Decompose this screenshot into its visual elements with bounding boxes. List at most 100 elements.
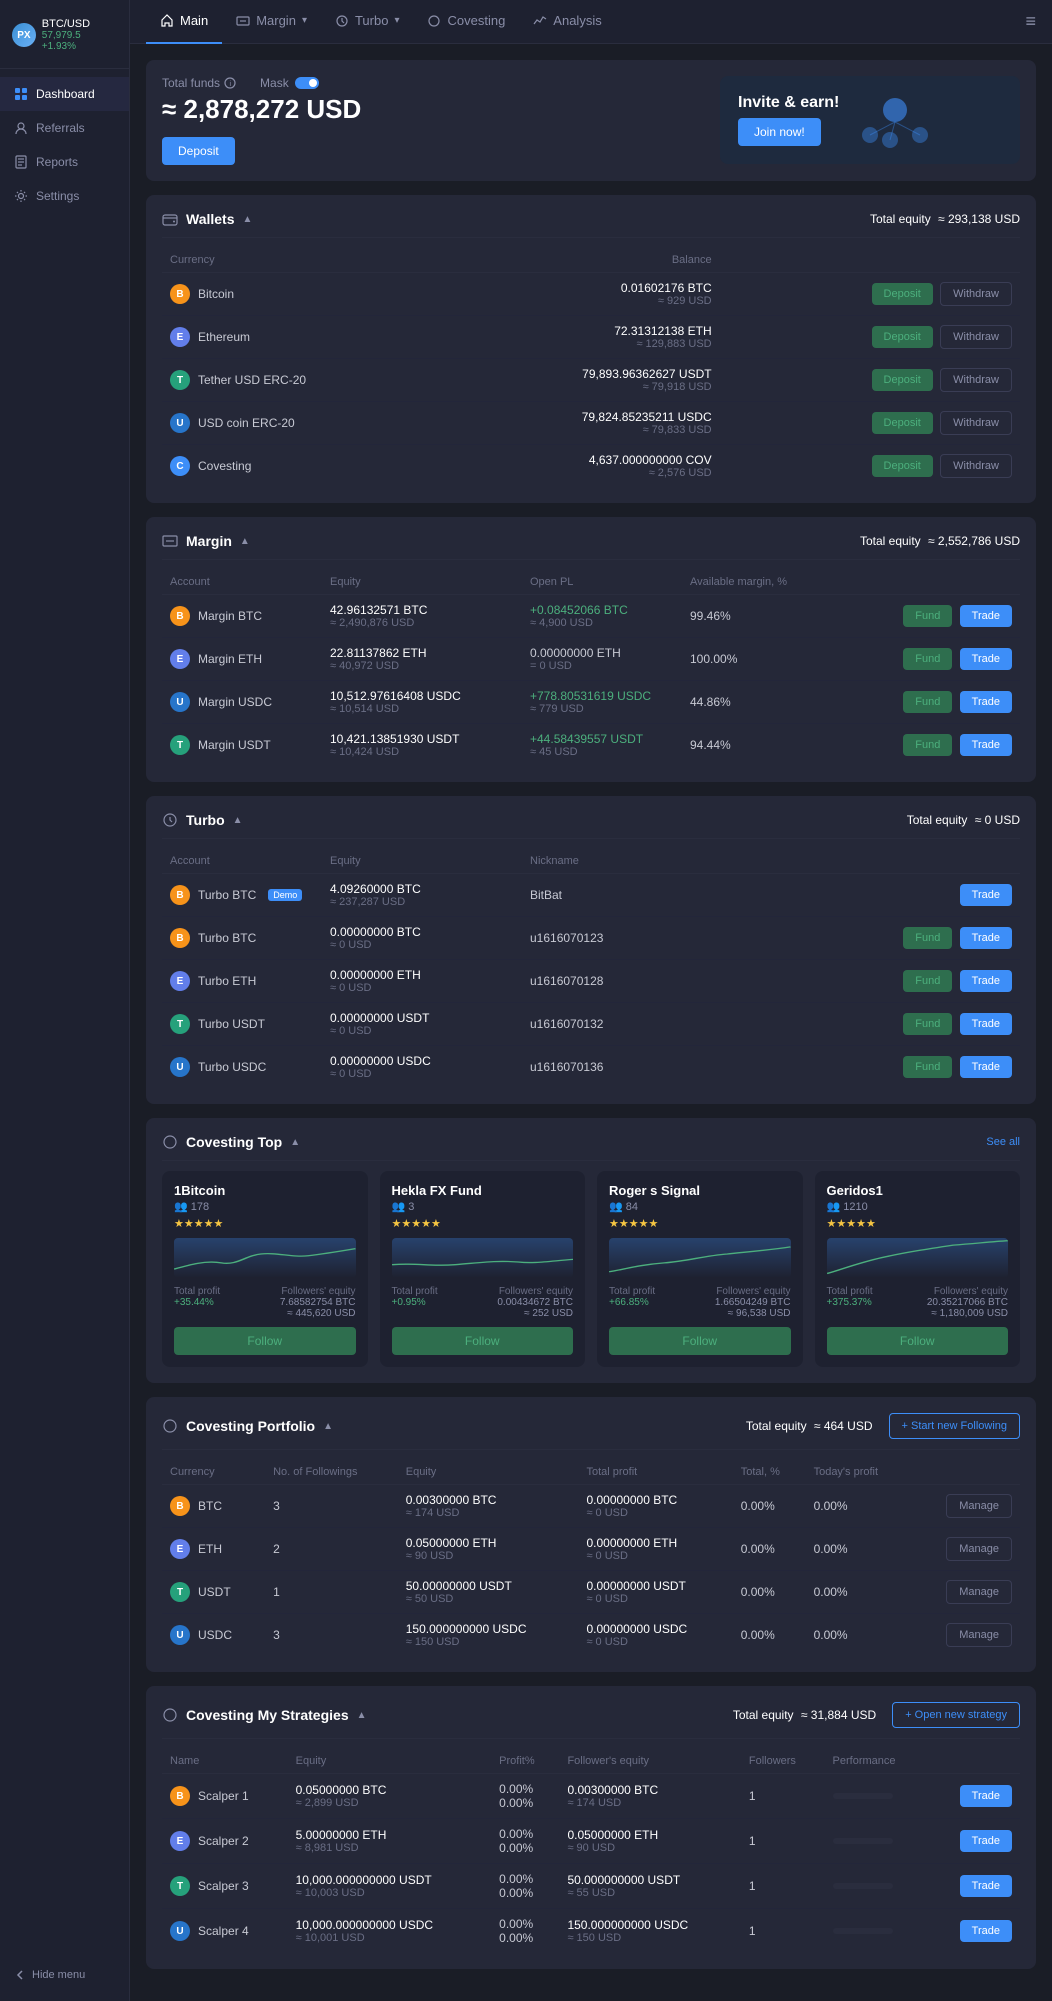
trade-btn-margin-btc[interactable]: Trade [960, 605, 1012, 627]
withdraw-btn-cov[interactable]: Withdraw [940, 454, 1012, 478]
withdraw-btn-usdc[interactable]: Withdraw [940, 411, 1012, 435]
strat-trade-btn-scalper2[interactable]: Trade [960, 1830, 1012, 1852]
turbo-icon [335, 14, 349, 28]
port-cell-profit: 0.00000000 USDC ≈ 0 USD [578, 1614, 732, 1657]
svg-text:i: i [230, 81, 232, 88]
port-cell-followings: 3 [265, 1614, 398, 1657]
strat-trade-btn-scalper1[interactable]: Trade [960, 1785, 1012, 1807]
fund-btn-turbo-usdt[interactable]: Fund [903, 1013, 952, 1035]
port-col-equity: Equity [398, 1460, 579, 1485]
cov-followers: 👥 3 [392, 1200, 574, 1213]
strat-cell-followers: 1 [741, 1864, 825, 1909]
turbo-row-turbo-usdt: T Turbo USDT 0.00000000 USDT ≈ 0 USD u16… [162, 1003, 1020, 1046]
fund-btn-turbo-usdc[interactable]: Fund [903, 1056, 952, 1078]
margin-cell-actions: Fund Trade [843, 724, 1020, 767]
trade-btn-margin-usdc[interactable]: Trade [960, 691, 1012, 713]
deposit-btn-usdc[interactable]: Deposit [872, 412, 933, 434]
strategies-icon [162, 1707, 178, 1723]
fund-btn-margin-usdt[interactable]: Fund [903, 734, 952, 756]
deposit-btn-usdt[interactable]: Deposit [872, 369, 933, 391]
turbo-trade-btn-turbo-usdc[interactable]: Trade [960, 1056, 1012, 1078]
strat-trade-btn-scalper3[interactable]: Trade [960, 1875, 1012, 1897]
port-cell-followings: 2 [265, 1528, 398, 1571]
tab-turbo[interactable]: Turbo ▾ [321, 0, 414, 44]
follow-btn-hekla-fx[interactable]: Follow [392, 1327, 574, 1355]
manage-btn-port-eth[interactable]: Manage [946, 1537, 1012, 1561]
manage-btn-port-usdc[interactable]: Manage [946, 1623, 1012, 1647]
margin-icon-margin-btc: B [170, 606, 190, 626]
coin-icon-usdc: U [170, 413, 190, 433]
sidebar-item-dashboard[interactable]: Dashboard [0, 77, 129, 111]
withdraw-btn-usdt[interactable]: Withdraw [940, 368, 1012, 392]
port-cell-currency: U USDC [162, 1614, 265, 1657]
turbo-trade-btn-turbo-btc[interactable]: Trade [960, 927, 1012, 949]
topbar-menu-btn[interactable]: ≡ [1025, 11, 1036, 32]
turbo-row-turbo-eth: E Turbo ETH 0.00000000 ETH ≈ 0 USD u1616… [162, 960, 1020, 1003]
sidebar-label-reports: Reports [36, 155, 78, 169]
sidebar: PX BTC/USD 57,979.5 +1.93% Dashboard Ref… [0, 0, 130, 2001]
cov-profit-row: Total profit +375.37% Followers' equity … [827, 1286, 1009, 1319]
sidebar-item-referrals[interactable]: Referrals [0, 111, 129, 145]
margin-cell-margin: 44.86% [682, 681, 843, 724]
turbo-trade-btn-turbo-eth[interactable]: Trade [960, 970, 1012, 992]
sidebar-item-settings[interactable]: Settings [0, 179, 129, 213]
mask-toggle: Mask [260, 76, 319, 90]
fund-btn-margin-usdc[interactable]: Fund [903, 691, 952, 713]
trade-btn-margin-eth[interactable]: Trade [960, 648, 1012, 670]
cov-stars: ★★★★★ [609, 1217, 791, 1230]
withdraw-btn-eth[interactable]: Withdraw [940, 325, 1012, 349]
cov-portfolio-title: Covesting Portfolio ▲ [162, 1418, 333, 1434]
sidebar-item-reports[interactable]: Reports [0, 145, 129, 179]
strat-cell-performance [825, 1819, 930, 1864]
turbo-table: Account Equity Nickname B Turbo BTCDemo … [162, 849, 1020, 1088]
cov-profit-row: Total profit +0.95% Followers' equity 0.… [392, 1286, 574, 1319]
margin-equity: Total equity ≈ 2,552,786 USD [860, 534, 1020, 548]
deposit-btn-cov[interactable]: Deposit [872, 455, 933, 477]
follow-btn-1bitcoin[interactable]: Follow [174, 1327, 356, 1355]
fund-btn-margin-eth[interactable]: Fund [903, 648, 952, 670]
tab-covesting[interactable]: Covesting [413, 0, 519, 44]
turbo-cell-nickname: BitBat [522, 874, 730, 917]
deposit-btn-eth[interactable]: Deposit [872, 326, 933, 348]
fund-btn-turbo-btc[interactable]: Fund [903, 927, 952, 949]
manage-btn-port-usdt[interactable]: Manage [946, 1580, 1012, 1604]
withdraw-btn-btc[interactable]: Withdraw [940, 282, 1012, 306]
port-cell-equity: 150.000000000 USDC ≈ 150 USD [398, 1614, 579, 1657]
mask-toggle-switch[interactable] [295, 77, 319, 89]
deposit-btn-btc[interactable]: Deposit [872, 283, 933, 305]
see-all-btn[interactable]: See all [986, 1136, 1020, 1148]
wallets-cell-currency: T Tether USD ERC-20 [162, 359, 447, 402]
cov-strategy-name: Hekla FX Fund [392, 1183, 574, 1198]
turbo-trade-btn-turbo-btc-demo[interactable]: Trade [960, 884, 1012, 906]
cov-portfolio-chevron: ▲ [323, 1421, 333, 1432]
port-cell-today: 0.00% [806, 1614, 912, 1657]
follow-btn-geridos1[interactable]: Follow [827, 1327, 1009, 1355]
open-strategy-btn[interactable]: + Open new strategy [892, 1702, 1020, 1728]
cov-followers: 👥 84 [609, 1200, 791, 1213]
margin-cell-account: T Margin USDT [162, 724, 322, 767]
wallets-cell-actions: Deposit Withdraw [720, 445, 1020, 488]
follow-btn-rogers[interactable]: Follow [609, 1327, 791, 1355]
join-btn[interactable]: Join now! [738, 118, 821, 146]
manage-btn-port-btc[interactable]: Manage [946, 1494, 1012, 1518]
fund-btn-margin-btc[interactable]: Fund [903, 605, 952, 627]
margin-cell-equity: 10,512.97616408 USDC ≈ 10,514 USD [322, 681, 522, 724]
wallets-cell-balance: 0.01602176 BTC ≈ 929 USD [447, 273, 720, 316]
tab-analysis[interactable]: Analysis [519, 0, 615, 44]
tab-main[interactable]: Main [146, 0, 222, 44]
port-cell-profit: 0.00000000 ETH ≈ 0 USD [578, 1528, 732, 1571]
hide-menu-btn[interactable]: Hide menu [0, 1959, 129, 1991]
tab-margin[interactable]: Margin ▾ [222, 0, 321, 44]
turbo-trade-btn-turbo-usdt[interactable]: Trade [960, 1013, 1012, 1035]
start-following-btn[interactable]: + Start new Following [889, 1413, 1020, 1439]
strat-cell-name: T Scalper 3 [162, 1864, 288, 1909]
strat-trade-btn-scalper4[interactable]: Trade [960, 1920, 1012, 1942]
deposit-button[interactable]: Deposit [162, 137, 235, 165]
strat-cell-name: B Scalper 1 [162, 1774, 288, 1819]
strat-cell-performance [825, 1909, 930, 1954]
trade-btn-margin-usdt[interactable]: Trade [960, 734, 1012, 756]
performance-bar-scalper2 [833, 1838, 893, 1844]
fund-btn-turbo-eth[interactable]: Fund [903, 970, 952, 992]
cov-strategy-name: Roger s Signal [609, 1183, 791, 1198]
wallets-col-currency: Currency [162, 248, 447, 273]
